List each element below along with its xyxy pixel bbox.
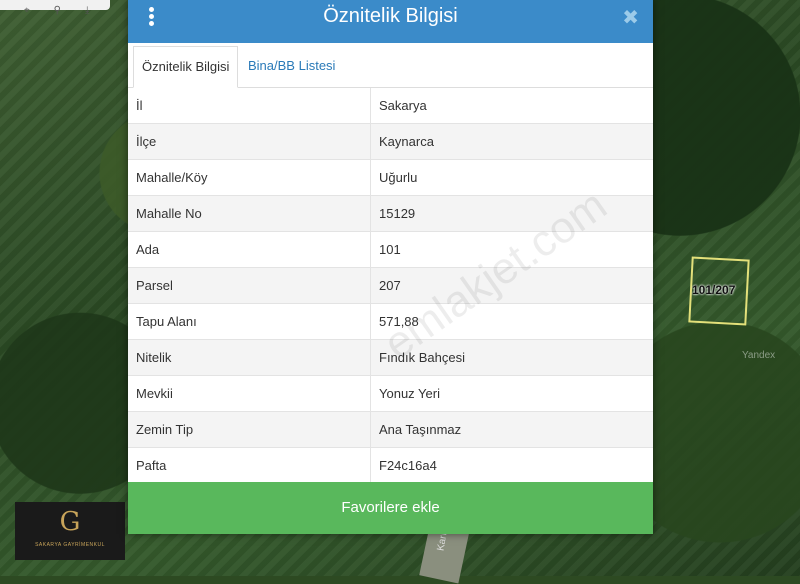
map-attribution: Yandex [742, 350, 776, 361]
tab-building-list[interactable]: Bina/BB Listesi [240, 46, 343, 86]
attribute-dialog: Öznitelik Bilgisi ✖ Öznitelik Bilgisi Bi… [128, 0, 653, 534]
attribute-value: 207 [370, 267, 653, 304]
table-row: Mahalle No 15129 [128, 195, 653, 232]
attribute-value: F24c16a4 [370, 447, 653, 484]
attribute-value: Sakarya [370, 88, 653, 124]
dialog-header: Öznitelik Bilgisi ✖ [128, 0, 653, 43]
map-marker-icon[interactable]: ⤓ [85, 6, 89, 16]
attribute-value: Kaynarca [370, 123, 653, 160]
parcel-label: 101/207 [692, 283, 736, 297]
tab-bar: Öznitelik Bilgisi Bina/BB Listesi [128, 43, 653, 88]
attribute-key: İl [128, 88, 371, 124]
map-tool-icon[interactable]: ⌖ [24, 6, 30, 16]
attribute-value: Ana Taşınmaz [370, 411, 653, 448]
attribute-key: Nitelik [128, 339, 371, 376]
attribute-key: Zemin Tip [128, 411, 371, 448]
attribute-value: 571,88 [370, 303, 653, 340]
attribute-key: Mahalle/Köy [128, 159, 371, 196]
attribute-table: İl Sakarya İlçe Kaynarca Mahalle/Köy Uğurlu Ma… [128, 88, 653, 484]
table-row: Mevkii Yonuz Yeri [128, 375, 653, 412]
table-row: Parsel 207 [128, 267, 653, 304]
attribute-key: Pafta [128, 447, 371, 484]
attribute-value: Yonuz Yeri [370, 375, 653, 412]
table-row: Nitelik Fındık Bahçesi [128, 339, 653, 376]
attribute-value: 15129 [370, 195, 653, 232]
table-row: Mahalle/Köy Uğurlu [128, 159, 653, 196]
attribute-key: Parsel [128, 267, 371, 304]
table-row: Pafta F24c16a4 [128, 447, 653, 484]
add-to-favorites-button[interactable]: Favorilere ekle [128, 482, 653, 534]
dialog-title: Öznitelik Bilgisi [323, 5, 458, 27]
map-toolbar: ⌖ ⚲ ⤓ [0, 0, 110, 16]
attribute-value: 101 [370, 231, 653, 268]
map-pin-icon[interactable]: ⚲ [54, 6, 61, 16]
attribute-key: Mahalle No [128, 195, 371, 232]
table-row: İl Sakarya [128, 88, 653, 124]
table-row: Zemin Tip Ana Taşınmaz [128, 411, 653, 448]
attribute-key: Mevkii [128, 375, 371, 412]
attribute-key: Ada [128, 231, 371, 268]
attribute-value: Uğurlu [370, 159, 653, 196]
company-logo: G SAKARYA GAYRİMENKUL [15, 502, 125, 560]
table-row: İlçe Kaynarca [128, 123, 653, 160]
close-icon[interactable]: ✖ [622, 5, 639, 30]
attribute-key: İlçe [128, 123, 371, 160]
tab-attributes[interactable]: Öznitelik Bilgisi [133, 46, 239, 88]
table-row: Ada 101 [128, 231, 653, 268]
table-row: Tapu Alanı 571,88 [128, 303, 653, 340]
attribute-value: Fındık Bahçesi [370, 339, 653, 376]
attribute-key: Tapu Alanı [128, 303, 371, 340]
